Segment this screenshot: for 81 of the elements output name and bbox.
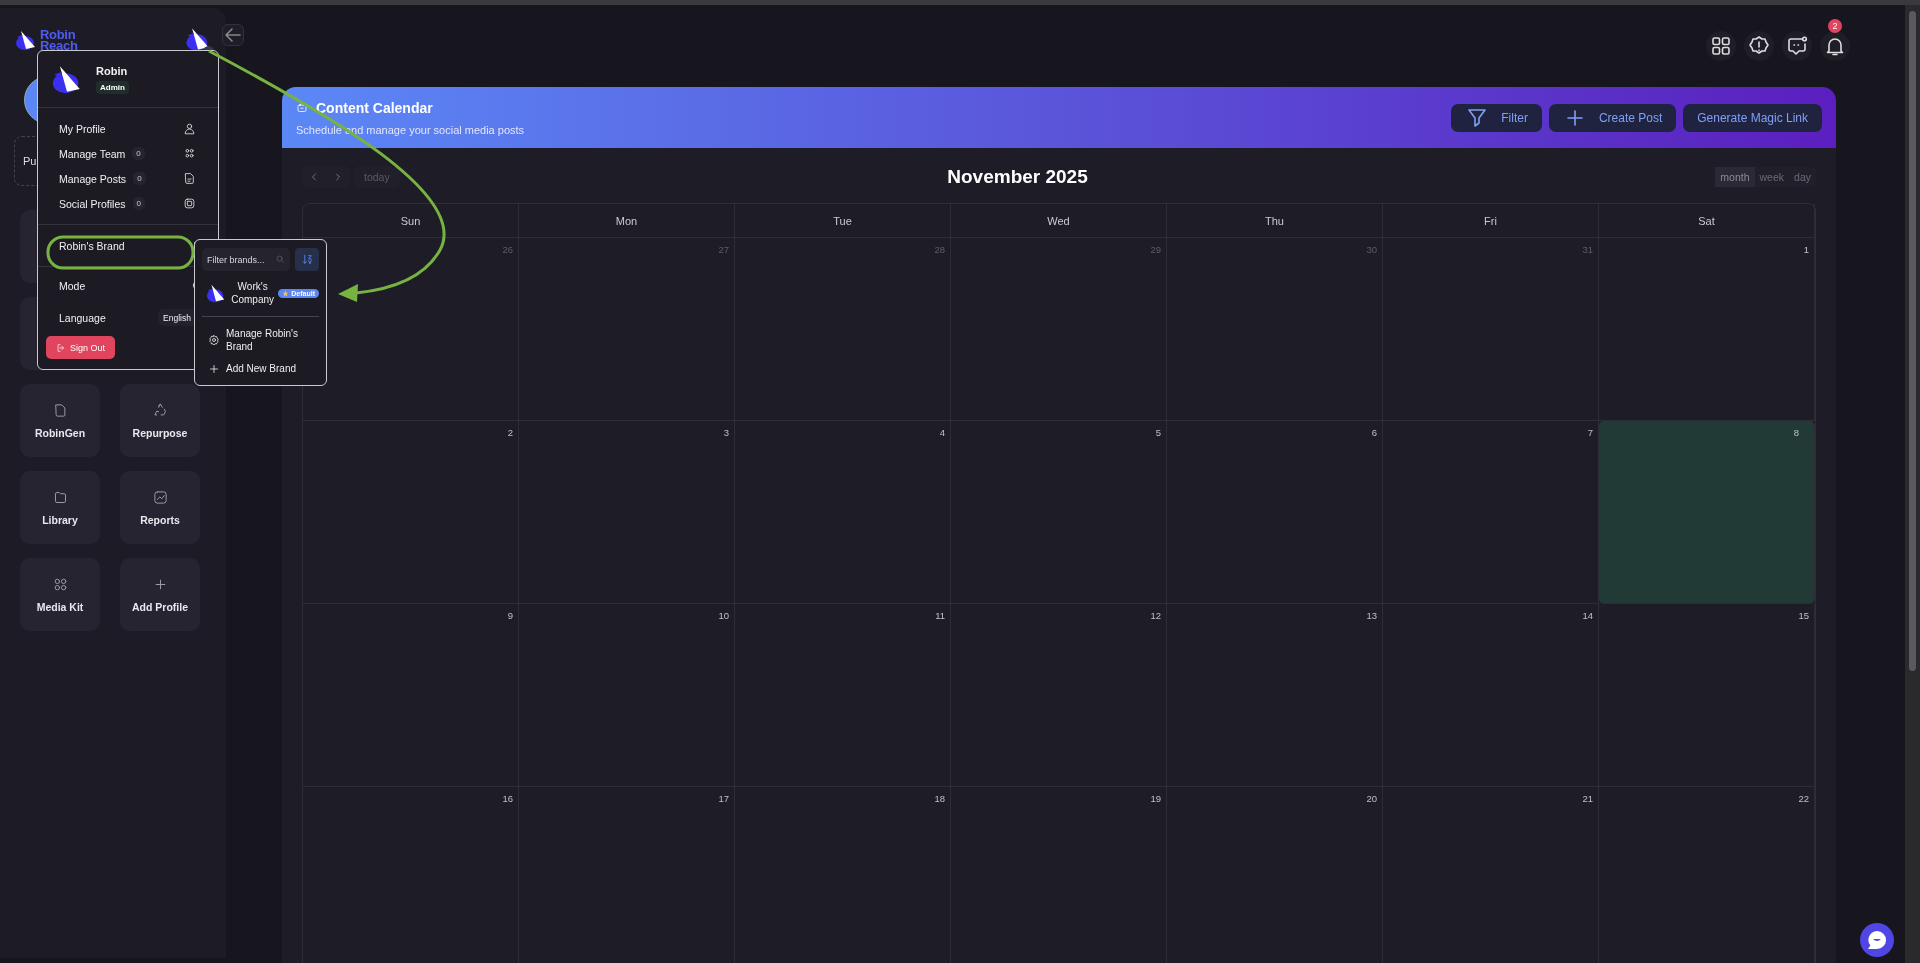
menu-item[interactable]: Manage Posts 0 bbox=[38, 166, 218, 191]
day-cell[interactable]: 19 bbox=[951, 787, 1167, 963]
day-number: 16 bbox=[501, 792, 514, 806]
day-number: 4 bbox=[938, 426, 946, 440]
day-cell[interactable]: 22 bbox=[1599, 787, 1815, 963]
day-number: 31 bbox=[1581, 243, 1594, 257]
day-number: 8 bbox=[1792, 426, 1800, 440]
day-number: 22 bbox=[1797, 792, 1810, 806]
menu-item[interactable]: My Profile bbox=[38, 116, 218, 141]
app-tile[interactable]: RobinGen bbox=[20, 384, 100, 457]
day-cell[interactable]: 20 bbox=[1167, 787, 1383, 963]
header-button[interactable]: Create Post bbox=[1548, 103, 1677, 132]
day-cell[interactable]: 13 bbox=[1167, 604, 1383, 787]
header-button[interactable]: Generate Magic Link bbox=[1683, 103, 1822, 132]
day-number: 28 bbox=[933, 243, 946, 257]
header-button[interactable]: Filter bbox=[1451, 103, 1542, 132]
day-cell[interactable]: 4 bbox=[735, 421, 951, 604]
day-cell[interactable]: 14 bbox=[1383, 604, 1599, 787]
day-number: 13 bbox=[1365, 609, 1378, 623]
role-badge: Admin bbox=[96, 80, 129, 94]
day-cell[interactable]: 11 bbox=[735, 604, 951, 787]
day-cell[interactable]: 21 bbox=[1383, 787, 1599, 963]
menu-item[interactable]: Manage Team 0 bbox=[38, 141, 218, 166]
sign-out-button[interactable]: Sign Out bbox=[46, 336, 116, 359]
day-number: 9 bbox=[506, 609, 514, 623]
weekday-header: Fri bbox=[1383, 204, 1599, 238]
day-number: 12 bbox=[1149, 609, 1162, 623]
panel-label: Pu bbox=[23, 155, 37, 167]
day-cell[interactable]: 10 bbox=[519, 604, 735, 787]
day-cell[interactable]: 3 bbox=[519, 421, 735, 604]
logo-text: Robin Reach bbox=[40, 29, 78, 51]
app-tile[interactable]: Library bbox=[20, 471, 100, 544]
view-tab[interactable]: month bbox=[1715, 167, 1755, 187]
weekday-header: Thu bbox=[1167, 204, 1383, 238]
weekday-header: Sun bbox=[303, 204, 519, 238]
day-number: 15 bbox=[1797, 609, 1810, 623]
day-cell[interactable]: 2 bbox=[303, 421, 519, 604]
day-number: 29 bbox=[1149, 243, 1162, 257]
day-number: 21 bbox=[1581, 792, 1594, 806]
app-tile[interactable]: Add Profile bbox=[120, 558, 200, 631]
weekday-header: Mon bbox=[519, 204, 735, 238]
day-cell[interactable]: 15 bbox=[1599, 604, 1815, 787]
weekday-header: Sat bbox=[1599, 204, 1815, 238]
app-tile[interactable]: Media Kit bbox=[20, 558, 100, 631]
day-cell[interactable]: 5 bbox=[951, 421, 1167, 604]
count-badge: 0 bbox=[133, 172, 146, 185]
count-badge: 0 bbox=[132, 147, 145, 160]
day-cell[interactable]: 17 bbox=[519, 787, 735, 963]
day-cell[interactable]: 18 bbox=[735, 787, 951, 963]
day-number: 7 bbox=[1586, 426, 1594, 440]
app-tile[interactable]: Reports bbox=[120, 471, 200, 544]
day-number: 18 bbox=[933, 792, 946, 806]
user-name: Robin bbox=[96, 64, 129, 77]
day-number: 3 bbox=[722, 426, 730, 440]
day-number: 14 bbox=[1581, 609, 1594, 623]
weekday-header: Wed bbox=[951, 204, 1167, 238]
day-number: 27 bbox=[717, 243, 730, 257]
day-cell[interactable]: 8 bbox=[1599, 421, 1815, 604]
day-number: 11 bbox=[934, 609, 946, 623]
notification-badge: 2 bbox=[1828, 19, 1842, 33]
menu-item[interactable]: Social Profiles 0 bbox=[38, 191, 218, 216]
language-label: Language bbox=[59, 311, 106, 324]
count-badge: 0 bbox=[132, 197, 145, 210]
filter-field[interactable]: Filter brands... bbox=[202, 248, 290, 271]
app-tile[interactable]: Repurpose bbox=[120, 384, 200, 457]
day-number: 6 bbox=[1370, 426, 1378, 440]
day-cell[interactable]: 12 bbox=[951, 604, 1167, 787]
day-number: 5 bbox=[1154, 426, 1162, 440]
day-cell[interactable]: 16 bbox=[303, 787, 519, 963]
page-title: Content Calendar bbox=[316, 99, 433, 116]
day-cell[interactable]: 9 bbox=[303, 604, 519, 787]
day-number: 2 bbox=[506, 426, 514, 440]
day-number: 20 bbox=[1365, 792, 1378, 806]
day-number: 1 bbox=[1802, 243, 1810, 257]
day-number: 26 bbox=[501, 243, 514, 257]
day-number: 19 bbox=[1149, 792, 1162, 806]
day-number: 10 bbox=[717, 609, 730, 623]
day-number: 17 bbox=[717, 792, 730, 806]
weekday-header: Tue bbox=[735, 204, 951, 238]
day-cell[interactable]: 6 bbox=[1167, 421, 1383, 604]
month-title: November 2025 bbox=[947, 166, 1088, 188]
